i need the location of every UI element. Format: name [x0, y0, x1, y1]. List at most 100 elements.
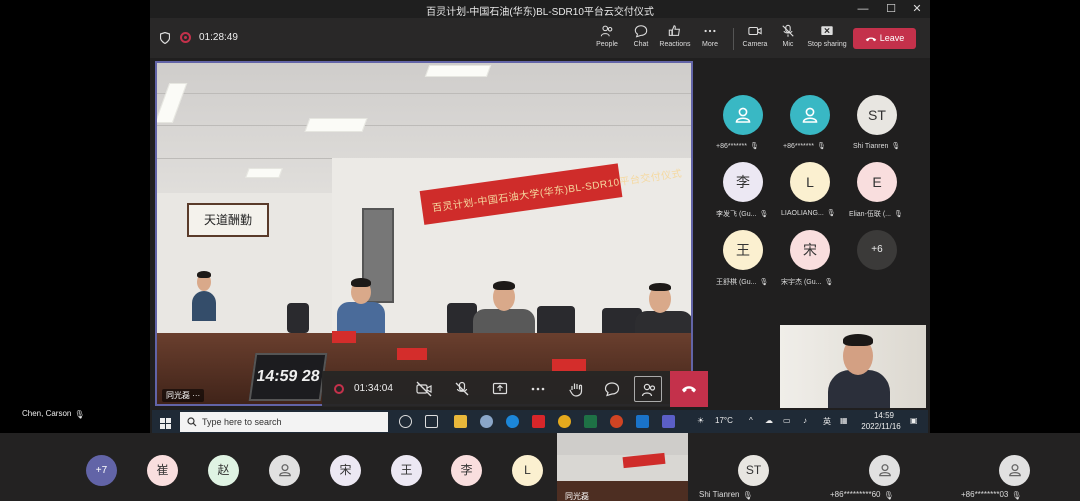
clock-time[interactable]: 14:59 [866, 411, 902, 420]
powerpoint-icon[interactable] [610, 415, 623, 428]
notifications-icon[interactable]: ▣ [910, 416, 918, 425]
more-participants-badge[interactable]: +6 [857, 230, 897, 270]
person-icon [878, 464, 891, 477]
avatar-initial: +6 [871, 244, 883, 255]
edge-icon[interactable] [506, 415, 519, 428]
avatar-initial: ST [745, 463, 762, 477]
avatar-initial: 李 [460, 463, 473, 477]
more-label: More [702, 41, 718, 48]
more-icon [531, 387, 545, 391]
cortana-icon[interactable] [399, 415, 412, 428]
pdf-icon[interactable] [532, 415, 545, 428]
avatar-initial: 赵 [217, 463, 230, 477]
participant-avatar[interactable]: E [857, 162, 897, 202]
mic-off-icon: 🎙 [759, 211, 769, 219]
participant-avatar[interactable]: 王 [723, 230, 763, 270]
avatar-initial: L [524, 463, 531, 477]
avatar-initial: 宋 [339, 463, 352, 477]
mic-off-icon: 🎙 [824, 279, 834, 287]
participant-name: 宋宇杰 (Gu... 🎙 [781, 279, 834, 287]
participant-avatar[interactable] [869, 455, 900, 486]
mute-button[interactable] [448, 376, 476, 402]
participant-avatar[interactable]: 李 [451, 455, 482, 486]
meeting-timer: 01:28:49 [199, 32, 238, 43]
participant-avatar[interactable]: L [512, 455, 543, 486]
end-call-button[interactable] [670, 371, 708, 407]
window-title: 百灵计划-中国石油(华东)BL-SDR10平台云交付仪式 [426, 7, 654, 18]
windows-start-icon[interactable] [160, 416, 171, 429]
participant-avatar[interactable]: 宋 [330, 455, 361, 486]
windows-taskbar: Type here to search ☀ 17°C ^ ☁ ▭ ♪ 英 ▦ 1… [152, 410, 928, 434]
raise-hand-button[interactable] [562, 376, 590, 402]
leave-button[interactable]: Leave [853, 28, 916, 49]
participants-button[interactable] [634, 376, 662, 402]
chrome-icon[interactable] [558, 415, 571, 428]
mic-off-icon: 🎙 [74, 409, 85, 419]
volume-icon[interactable]: ♪ [803, 416, 807, 425]
tray-chevron-icon[interactable]: ^ [749, 416, 753, 425]
clock-date[interactable]: 2022/11/16 [856, 422, 906, 431]
more-icon [704, 29, 716, 33]
more-button[interactable]: More [688, 24, 732, 56]
avatar-initial: 崔 [156, 463, 169, 477]
participant-avatar[interactable]: 崔 [147, 455, 178, 486]
participant-avatar[interactable]: ST [857, 95, 897, 135]
close-icon[interactable]: ✕ [906, 1, 928, 17]
avatar-initial: 李 [736, 174, 750, 190]
participant-avatar[interactable] [790, 95, 830, 135]
participant-avatar[interactable] [723, 95, 763, 135]
mic-off-icon: 🎙 [816, 143, 826, 150]
participant-avatar[interactable]: L [790, 162, 830, 202]
participant-name: +86******* 🎙 [716, 142, 759, 150]
shared-video[interactable]: 天道酬勤 百灵计划-中国石油大学(华东)BL-SDR10平台交付仪式 14:59… [155, 61, 693, 406]
file-explorer-icon[interactable] [454, 415, 467, 428]
reactions-icon [668, 25, 680, 36]
participant-avatar[interactable]: 王 [391, 455, 422, 486]
minimize-icon[interactable]: — [852, 1, 874, 17]
share-button[interactable] [486, 376, 514, 402]
participant-avatar[interactable]: 李 [723, 162, 763, 202]
person-icon [278, 464, 291, 477]
mic-off-icon: 🎙 [826, 210, 836, 217]
participant-avatar[interactable] [999, 455, 1030, 486]
outlook-icon[interactable] [636, 415, 649, 428]
participant-name: LIAOLIANG... 🎙 [781, 209, 836, 217]
more-options-button[interactable] [524, 376, 552, 402]
excel-icon[interactable] [584, 415, 597, 428]
mic-button[interactable]: Mic [766, 24, 810, 56]
stop-sharing-button[interactable]: Stop sharing [805, 24, 849, 56]
mic-off-icon: 🎙 [742, 490, 753, 500]
participant-avatar[interactable]: 赵 [208, 455, 239, 486]
task-view-icon[interactable] [425, 415, 438, 428]
avatar-initial: 王 [736, 242, 750, 258]
ime-icon[interactable]: ▦ [840, 416, 848, 425]
controls-timer: 01:34:04 [354, 383, 393, 394]
cloud-icon[interactable]: ☁ [765, 416, 773, 425]
camera-off-button[interactable] [410, 376, 438, 402]
participant-avatar[interactable] [269, 455, 300, 486]
name-sign [332, 331, 356, 343]
video-thumbnail[interactable]: 同光磊 [557, 433, 688, 501]
participant-name: 王舒棋 (Gu... 🎙 [716, 279, 769, 287]
weather-icon[interactable]: ☀ [697, 416, 704, 425]
maximize-icon[interactable]: ☐ [880, 1, 902, 17]
self-view-video[interactable] [780, 325, 926, 408]
battery-icon[interactable]: ▭ [783, 416, 791, 425]
presenter-name: 同光磊 ··· [162, 389, 205, 402]
app-icon[interactable] [480, 415, 493, 428]
more-participants-badge[interactable]: +7 [86, 455, 117, 486]
taskbar-search-box[interactable]: Type here to search [180, 412, 388, 432]
participant-name: Elian-伍联 (... 🎙 [849, 211, 903, 219]
language-indicator[interactable]: 英 [823, 416, 831, 427]
mic-off-icon: 🎙 [1011, 490, 1022, 500]
participant-avatar[interactable]: 宋 [790, 230, 830, 270]
title-bar: 百灵计划-中国石油(华东)BL-SDR10平台云交付仪式 — ☐ ✕ [150, 0, 930, 18]
meeting-toolbar: 01:28:49 People Chat Reactions More Came… [150, 18, 930, 58]
laptop-clock: 14:59 28 [248, 353, 328, 401]
teams-icon[interactable] [662, 415, 675, 428]
participant-name: 李发飞 (Gu... 🎙 [716, 211, 769, 219]
chat-button[interactable] [598, 376, 626, 402]
participant-name: Shi Tianren 🎙 [699, 490, 753, 500]
participant-name: +86********03 🎙 [961, 490, 1022, 500]
participant-avatar[interactable]: ST [738, 455, 769, 486]
